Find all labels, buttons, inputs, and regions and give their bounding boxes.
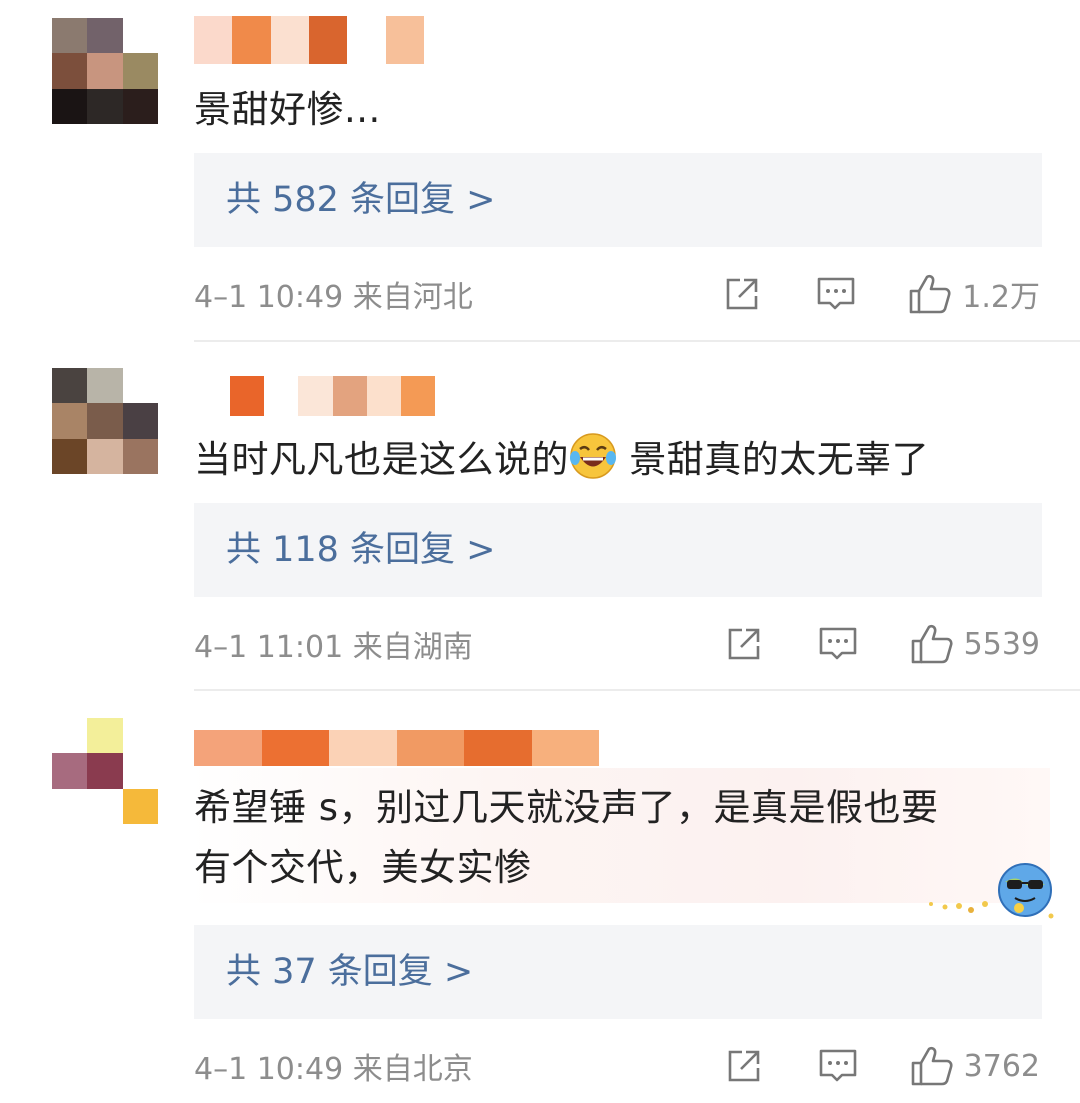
thumbs-up-icon — [911, 624, 953, 664]
avatar-pixel — [52, 438, 88, 474]
comment-meta: 4–1 11:01 来自湖南 5539 — [194, 620, 1040, 668]
like-button[interactable]: 3762 — [910, 1042, 1040, 1090]
reply-box[interactable]: 共 37 条回复 > — [194, 925, 1042, 1019]
avatar-pixel — [122, 88, 158, 124]
comment-icon — [817, 277, 855, 310]
avatar-pixel — [87, 18, 123, 54]
avatar-pixel — [87, 53, 123, 89]
thumbs-up-icon — [909, 274, 951, 314]
view-replies-link[interactable]: 共 118 条回复 > — [226, 503, 496, 597]
username-pixel — [347, 16, 386, 64]
username-pixel — [531, 730, 599, 766]
username-blurred[interactable] — [230, 376, 436, 416]
reply-box[interactable]: 共 582 条回复 > — [194, 153, 1042, 247]
reply-box[interactable]: 共 118 条回复 > — [194, 503, 1042, 597]
avatar[interactable] — [52, 368, 158, 474]
username-pixel — [396, 730, 464, 766]
avatar-pixel — [87, 403, 123, 439]
username-pixel — [232, 16, 271, 64]
comment-text-part: 景甜真的太无辜了 — [617, 438, 930, 481]
like-button[interactable]: 5539 — [910, 620, 1040, 668]
comment-meta: 4–1 10:49 来自北京 3762 — [194, 1042, 1040, 1090]
avatar-pixel — [52, 788, 88, 824]
avatar-pixel — [87, 88, 123, 124]
sunglasses-globe-sticker-icon — [929, 863, 1054, 919]
share-icon — [726, 278, 758, 310]
view-replies-link[interactable]: 共 582 条回复 > — [226, 153, 496, 247]
share-button[interactable] — [725, 620, 765, 668]
thumbs-up-icon — [911, 1046, 953, 1086]
divider — [194, 340, 1080, 342]
comment-meta: 4–1 10:49 来自河北 1.2万 — [194, 270, 1040, 318]
avatar-pixel — [122, 788, 158, 824]
timestamp-location: 4–1 10:49 来自河北 — [194, 280, 473, 315]
comment-actions: 1.2万 — [723, 270, 1040, 318]
avatar-pixel — [52, 18, 88, 54]
avatar-pixel — [87, 438, 123, 474]
avatar-pixel — [122, 403, 158, 439]
avatar-pixel — [87, 718, 123, 754]
laughing-crying-emoji-icon — [569, 432, 617, 480]
avatar-pixel — [52, 403, 88, 439]
username-pixel — [366, 376, 401, 416]
username-blurred[interactable] — [194, 730, 599, 766]
comment-button[interactable] — [818, 1042, 858, 1090]
like-button[interactable]: 1.2万 — [908, 270, 1040, 318]
username-pixel — [230, 376, 265, 416]
comment-text: 当时凡凡也是这么说的 景甜真的太无辜了 — [194, 430, 929, 490]
username-pixel — [332, 376, 367, 416]
username-pixel — [264, 376, 299, 416]
avatar-pixel — [122, 718, 158, 754]
avatar[interactable] — [52, 718, 158, 824]
avatar-pixel — [122, 368, 158, 404]
like-count: 3762 — [963, 1048, 1040, 1084]
avatar-pixel — [52, 753, 88, 789]
username-pixel — [464, 730, 532, 766]
avatar-pixel — [52, 718, 88, 754]
avatar-pixel — [87, 788, 123, 824]
share-icon — [728, 1050, 759, 1082]
username-pixel — [400, 376, 436, 416]
comment-icon — [819, 627, 856, 660]
timestamp-location: 4–1 11:01 来自湖南 — [194, 630, 473, 665]
share-button[interactable] — [723, 270, 763, 318]
comment-button[interactable] — [816, 270, 856, 318]
comment-text-part: 当时凡凡也是这么说的 — [194, 438, 569, 481]
avatar-pixel — [52, 88, 88, 124]
avatar-pixel — [122, 753, 158, 789]
avatar-pixel — [87, 368, 123, 404]
like-count: 1.2万 — [962, 280, 1040, 315]
avatar-pixel — [52, 53, 88, 89]
avatar-pixel — [87, 753, 123, 789]
comment-text: 景甜好惨... — [194, 88, 381, 131]
avatar-pixel — [122, 438, 158, 474]
like-count: 5539 — [963, 626, 1040, 662]
avatar-pixel — [122, 53, 158, 89]
sticker-pendant — [925, 860, 1055, 922]
comment-actions: 3762 — [725, 1042, 1040, 1090]
comment-icon — [819, 1049, 856, 1082]
username-pixel — [270, 16, 309, 64]
username-pixel — [308, 16, 348, 64]
username-blurred[interactable] — [194, 16, 424, 64]
comment-actions: 5539 — [725, 620, 1040, 668]
share-icon — [728, 628, 759, 660]
username-pixel — [194, 16, 233, 64]
view-replies-link[interactable]: 共 37 条回复 > — [226, 925, 473, 1019]
username-pixel — [329, 730, 397, 766]
comment-text-line: 有个交代，美女实惨 — [194, 846, 532, 889]
timestamp-location: 4–1 10:49 来自北京 — [194, 1052, 473, 1087]
divider — [194, 689, 1080, 691]
avatar[interactable] — [52, 18, 158, 124]
share-button[interactable] — [725, 1042, 765, 1090]
username-pixel — [385, 16, 424, 64]
avatar-pixel — [122, 18, 158, 54]
avatar-pixel — [52, 368, 88, 404]
username-pixel — [194, 730, 262, 766]
comment-button[interactable] — [818, 620, 858, 668]
username-pixel — [298, 376, 333, 416]
username-pixel — [261, 730, 329, 766]
comment-text-line: 希望锤 s，别过几天就没声了，是真是假也要 — [194, 786, 939, 829]
